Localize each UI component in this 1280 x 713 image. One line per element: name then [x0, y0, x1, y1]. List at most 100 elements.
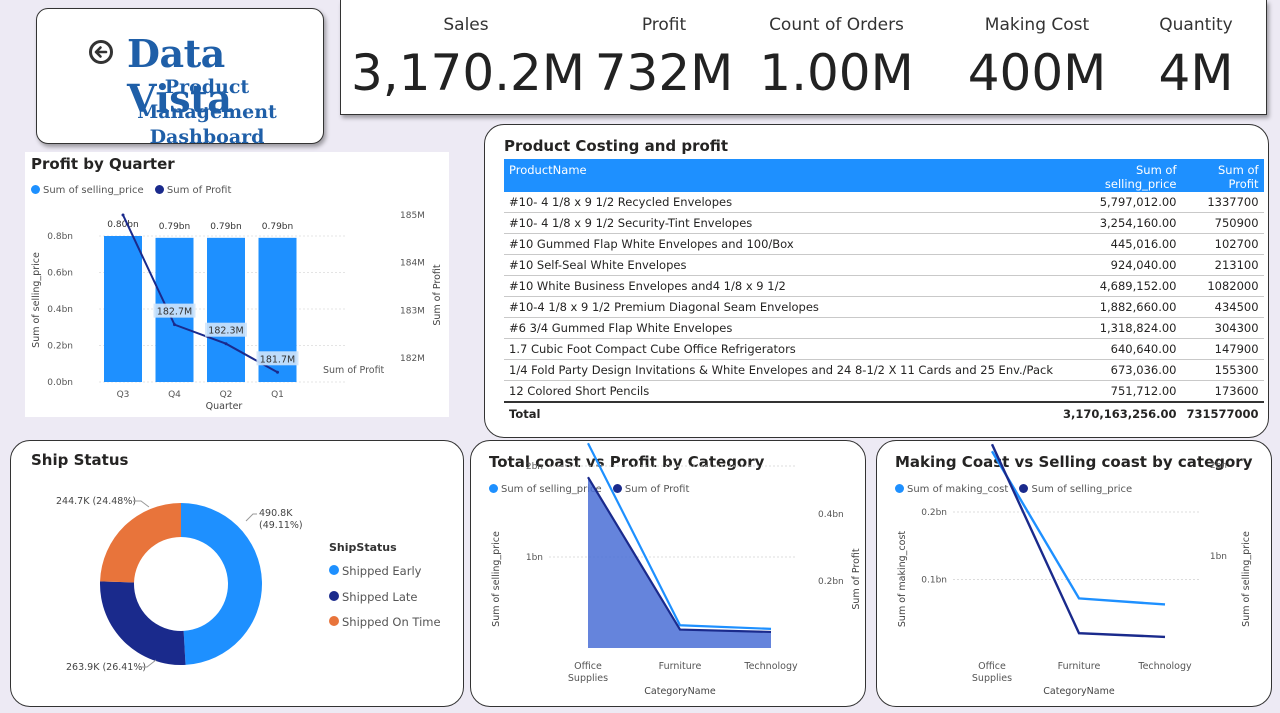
total-label: Total — [504, 401, 1059, 425]
y-tick-label: 0.6bn — [47, 269, 73, 279]
ship-status-legend: Shipped Early Shipped Late Shipped On Ti… — [329, 559, 441, 636]
y-tick-label: 1bn — [526, 553, 543, 563]
x-tick-label: Technology — [1137, 661, 1192, 672]
table-row[interactable]: 1/4 Fold Party Design Invitations & Whit… — [504, 359, 1264, 381]
table-row[interactable]: #10- 4 1/8 x 9 1/2 Security-Tint Envelop… — [504, 212, 1264, 234]
profit-line — [122, 214, 278, 374]
table-row[interactable]: #10- 4 1/8 x 9 1/2 Recycled Envelopes 5,7… — [504, 192, 1264, 213]
legend-item-shipped-late[interactable]: Shipped Late — [329, 585, 441, 611]
legend-dot-icon — [329, 565, 339, 575]
kpi-card: Sales 3,170.2M Profit 732M Count of Orde… — [340, 0, 1267, 115]
table-row[interactable]: #10-4 1/8 x 9 1/2 Premium Diagonal Seam … — [504, 296, 1264, 318]
y2-axis-title: Sum of Profit — [851, 548, 862, 610]
slice-data-label: 263.9K (26.41%) — [66, 662, 146, 673]
profit-by-quarter-card[interactable]: Profit by Quarter Sum of selling_price S… — [25, 152, 449, 417]
x-tick-label: Q4 — [168, 390, 181, 400]
donut-slice — [181, 503, 263, 665]
x-tick-label: Q3 — [117, 390, 130, 400]
profit-by-quarter-chart[interactable]: 0.0bn 0.2bn 0.4bn 0.6bn 0.8bn 182M 183M 184M 185… — [25, 152, 449, 417]
x-tick-label: Furniture — [659, 661, 702, 672]
y2-tick-label: 185M — [400, 211, 425, 221]
cell-productname: #10-4 1/8 x 9 1/2 Premium Diagonal Seam … — [504, 296, 1059, 318]
y2-tick-label: 1bn — [1210, 552, 1227, 562]
total-profit: 731577000 — [1181, 401, 1264, 425]
x-tick-label: Q2 — [220, 390, 233, 400]
total-selling-price: 3,170,163,256.00 — [1058, 401, 1182, 425]
kpi-label: Sales — [443, 15, 489, 35]
table-row[interactable]: #10 Gummed Flap White Envelopes and 100/… — [504, 233, 1264, 255]
line-data-label: 182.7M — [157, 307, 192, 318]
legend-item-shipped-early[interactable]: Shipped Early — [329, 559, 441, 585]
table-row[interactable]: 1.7 Cubic Foot Compact Cube Office Refri… — [504, 338, 1264, 360]
cell-selling-price: 1,882,660.00 — [1058, 296, 1182, 318]
legend-dot-icon — [329, 616, 339, 626]
donut-slice — [99, 581, 186, 665]
kpi-value: 4M — [1158, 44, 1234, 102]
cell-productname: #10 Gummed Flap White Envelopes and 100/… — [504, 233, 1059, 255]
cell-selling-price: 673,036.00 — [1058, 359, 1182, 381]
slice-data-label: (49.11%) — [259, 520, 303, 531]
y-tick-label: 0.4bn — [47, 305, 73, 315]
table-row[interactable]: #6 3/4 Gummed Flap White Envelopes 1,318,… — [504, 317, 1264, 339]
table-row[interactable]: #10 Self-Seal White Envelopes 924,040.00 2… — [504, 254, 1264, 276]
table-row[interactable]: #10 White Business Envelopes and4 1/8 x … — [504, 275, 1264, 297]
profit-point — [121, 213, 125, 217]
y-axis-title: Sum of selling_price — [31, 252, 42, 348]
cost-vs-profit-chart[interactable]: 1bn2bn0.2bn0.4bnOfficeSuppliesFurniture T… — [471, 441, 867, 708]
donut-slice — [100, 503, 181, 583]
profit-point — [173, 323, 176, 327]
y2-tick-label: 0.2bn — [818, 577, 844, 587]
bar-data-label: 0.80bn — [107, 220, 138, 230]
cost-vs-profit-card[interactable]: Total coast vs Profit by Category Sum of… — [470, 440, 866, 707]
cell-productname: 12 Colored Short Pencils — [504, 380, 1059, 403]
line-data-label: 182.3M — [208, 326, 243, 337]
making-cost-line — [990, 450, 1166, 606]
y-tick-label: 0.2bn — [47, 342, 73, 352]
cell-profit: 155300 — [1181, 359, 1264, 381]
cell-selling-price: 5,797,012.00 — [1058, 192, 1182, 213]
column-header-profit[interactable]: Sum of Profit — [1181, 159, 1264, 192]
kpi-value: 400M — [967, 44, 1107, 102]
legend-title: ShipStatus — [329, 541, 397, 554]
cell-profit: 173600 — [1181, 380, 1264, 403]
app-subtitle: Product Management Dashboard — [137, 76, 277, 148]
cell-selling-price: 751,712.00 — [1058, 380, 1182, 403]
slice-data-label: 490.8K — [259, 508, 293, 519]
y-tick-label: 0.2bn — [921, 508, 947, 518]
selling-price-line — [990, 443, 1166, 639]
x-tick-label: Office — [978, 661, 1006, 672]
y2-tick-label: 182M — [400, 354, 425, 364]
ship-status-card[interactable]: Ship Status 490.8K (49.11%) 263.9K (26.41%… — [10, 440, 464, 707]
cell-productname: #10- 4 1/8 x 9 1/2 Recycled Envelopes — [504, 192, 1059, 213]
making-vs-selling-chart[interactable]: 0.1bn 0.2bn 1bn 2bn OfficeSupplies Furniture T… — [877, 441, 1273, 708]
cell-profit: 147900 — [1181, 338, 1264, 360]
table-title: Product Costing and profit — [504, 137, 729, 155]
cell-profit: 434500 — [1181, 296, 1264, 318]
cell-profit: 304300 — [1181, 317, 1264, 339]
y2-axis-title: Sum of Profit — [432, 264, 443, 326]
bar — [104, 236, 142, 382]
making-vs-selling-card[interactable]: Making Coast vs Selling coast by categor… — [876, 440, 1272, 707]
x-tick-label: Supplies — [972, 673, 1012, 684]
bar-data-label: 0.79bn — [159, 222, 190, 232]
kpi-label: Making Cost — [984, 15, 1090, 35]
cell-productname: 1/4 Fold Party Design Invitations & Whit… — [504, 359, 1059, 381]
legend-item-shipped-on-time[interactable]: Shipped On Time — [329, 610, 441, 636]
column-header-selling-price[interactable]: Sum of selling_price — [1058, 159, 1182, 192]
cell-selling-price: 4,689,152.00 — [1058, 275, 1182, 297]
x-tick-label: Furniture — [1058, 661, 1101, 672]
cell-selling-price: 924,040.00 — [1058, 254, 1182, 276]
cell-profit: 213100 — [1181, 254, 1264, 276]
table-total-row: Total 3,170,163,256.00 731577000 — [504, 401, 1264, 425]
y-tick-label: 0.1bn — [921, 576, 947, 586]
legend-dot-icon — [329, 590, 339, 601]
column-header-productname[interactable]: ProductName — [504, 159, 1059, 192]
bar-data-label: 0.79bn — [262, 222, 293, 232]
table-row[interactable]: 12 Colored Short Pencils 751,712.00 173600 — [504, 380, 1264, 403]
cell-selling-price: 445,016.00 — [1058, 233, 1182, 255]
cell-selling-price: 640,640.00 — [1058, 338, 1182, 360]
kpi-value: 1.00M — [759, 44, 914, 102]
back-arrow-icon[interactable] — [89, 40, 113, 64]
y-tick-label: 0.8bn — [47, 232, 73, 242]
title-card: Data Vista Product Management Dashboard — [36, 8, 324, 148]
